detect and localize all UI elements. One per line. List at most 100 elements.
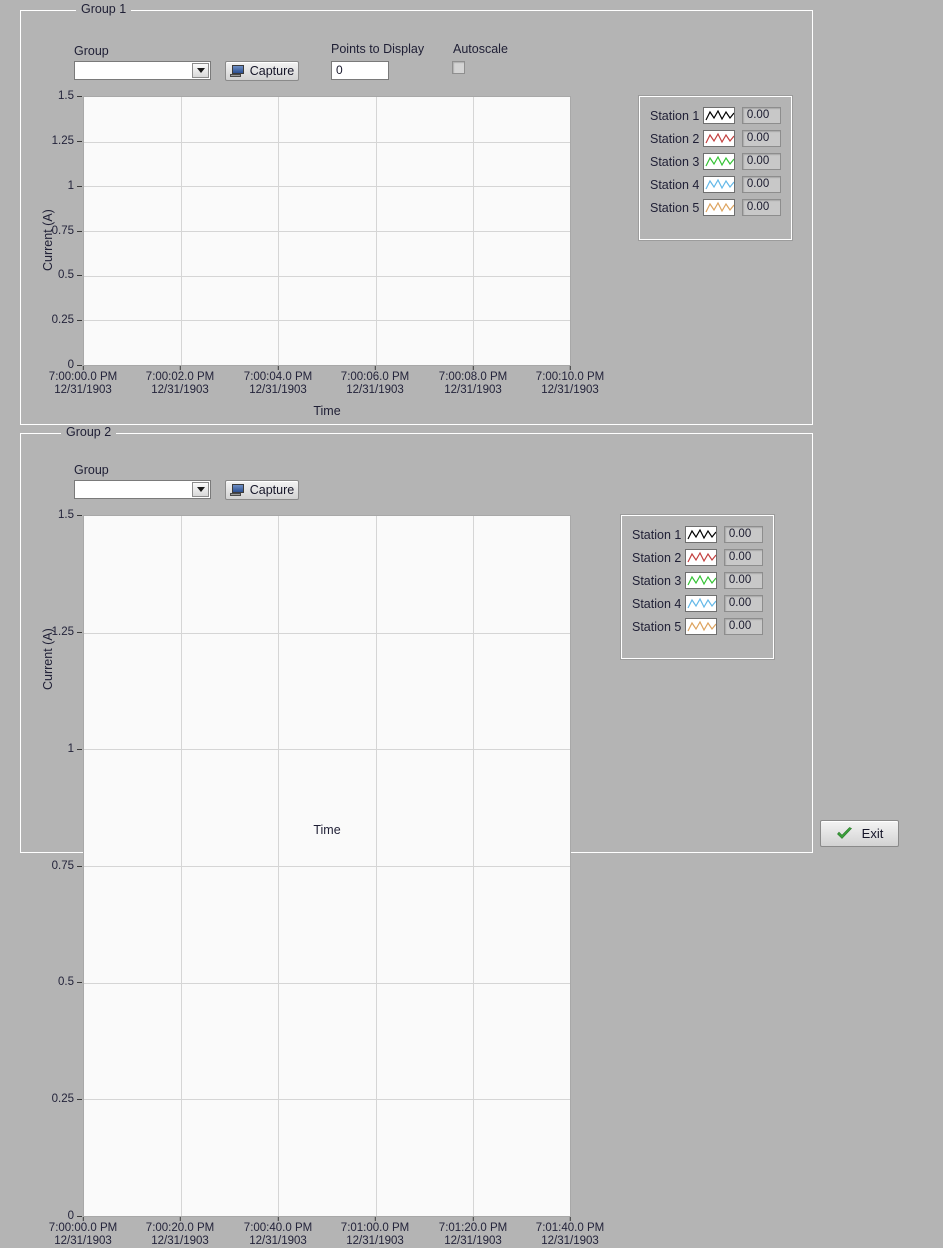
gridline-horizontal — [84, 1099, 570, 1100]
legend-row: Station 3 0.00 — [632, 569, 763, 592]
points-to-display-input[interactable]: 0 — [331, 61, 389, 80]
legend-row: Station 3 0.00 — [650, 150, 781, 173]
legend-plot-style-swatch[interactable] — [685, 595, 717, 612]
legend-value-display: 0.00 — [723, 618, 763, 635]
legend-plot-style-swatch[interactable] — [703, 130, 735, 147]
gridline-horizontal — [84, 749, 570, 750]
autoscale-label: Autoscale — [453, 42, 508, 56]
group-1-x-axis-title: Time — [313, 404, 341, 418]
legend-plot-style-swatch[interactable] — [703, 153, 735, 170]
gridline-vertical — [376, 97, 377, 365]
x-axis-tick-label: 7:00:02.0 PM 12/31/1903 — [146, 366, 214, 397]
group-2-group-value — [75, 481, 192, 498]
x-axis-tick-label: 7:00:10.0 PM 12/31/1903 — [536, 366, 604, 397]
group-2-capture-label: Capture — [249, 483, 295, 497]
legend-station-label: Station 4 — [650, 177, 700, 192]
x-axis-tick-label: 7:01:40.0 PM 12/31/1903 — [536, 1217, 604, 1248]
legend-row: Station 2 0.00 — [632, 546, 763, 569]
x-axis-tick-label: 7:00:08.0 PM 12/31/1903 — [439, 366, 507, 397]
gridline-horizontal — [84, 633, 570, 634]
gridline-vertical — [278, 97, 279, 365]
gridline-vertical — [278, 516, 279, 1216]
group-2-capture-button[interactable]: Capture — [225, 480, 299, 500]
gridline-horizontal — [84, 276, 570, 277]
legend-station-label: Station 5 — [650, 200, 700, 215]
group-2-group-label: Group — [74, 463, 109, 477]
autoscale-checkbox[interactable] — [452, 61, 465, 74]
points-to-display-label: Points to Display — [331, 42, 425, 56]
legend-value-display: 0.00 — [741, 153, 781, 170]
legend-value-display: 0.00 — [741, 107, 781, 124]
group-1-group-value — [75, 62, 192, 79]
legend-station-label: Station 3 — [650, 154, 700, 169]
x-axis-tick-label: 7:01:20.0 PM 12/31/1903 — [439, 1217, 507, 1248]
group-2-panel: Group 2 Group Capture 1.5 1.25 1 0.75 0.5 0.2… — [20, 425, 813, 1247]
gridline-horizontal — [84, 142, 570, 143]
group-2-legend: Station 1 0.00 Station 2 0.00 Station 3 0.00 S… — [621, 515, 774, 659]
gridline-horizontal — [84, 186, 570, 187]
gridline-horizontal — [84, 983, 570, 984]
group-2-y-axis-title: Current (A) — [41, 628, 55, 690]
legend-row: Station 2 0.00 — [650, 127, 781, 150]
y-axis-tick-label: 0.5 — [21, 976, 82, 988]
legend-plot-style-swatch[interactable] — [685, 618, 717, 635]
gridline-vertical — [473, 97, 474, 365]
x-axis-tick-label: 7:00:06.0 PM 12/31/1903 — [341, 366, 409, 397]
chevron-down-icon[interactable] — [192, 482, 209, 497]
x-axis-tick-label: 7:00:00.0 PM 12/31/1903 — [49, 366, 117, 397]
legend-value-display: 0.00 — [723, 572, 763, 589]
y-axis-tick-label: 1.5 — [21, 509, 82, 521]
legend-row: Station 1 0.00 — [632, 523, 763, 546]
legend-plot-style-swatch[interactable] — [703, 176, 735, 193]
legend-row: Station 5 0.00 — [650, 196, 781, 219]
legend-row: Station 1 0.00 — [650, 104, 781, 127]
chevron-down-icon[interactable] — [192, 63, 209, 78]
exit-button-label: Exit — [861, 826, 884, 841]
group-2-group-dropdown[interactable] — [74, 480, 211, 499]
legend-plot-style-swatch[interactable] — [685, 549, 717, 566]
legend-plot-style-swatch[interactable] — [685, 526, 717, 543]
legend-station-label: Station 1 — [650, 108, 700, 123]
legend-value-display: 0.00 — [741, 130, 781, 147]
capture-icon — [229, 484, 245, 496]
group-1-y-axis-title: Current (A) — [41, 209, 55, 271]
legend-value-display: 0.00 — [723, 595, 763, 612]
group-1-plot-area[interactable] — [83, 96, 571, 366]
group-1-group-dropdown[interactable] — [74, 61, 211, 80]
legend-station-label: Station 5 — [632, 619, 682, 634]
group-1-panel: Group 1 Group Capture Points to Display … — [20, 2, 813, 425]
capture-icon — [229, 65, 245, 77]
checkmark-icon — [836, 826, 852, 839]
gridline-horizontal — [84, 231, 570, 232]
x-axis-tick-label: 7:00:40.0 PM 12/31/1903 — [244, 1217, 312, 1248]
legend-plot-style-swatch[interactable] — [703, 199, 735, 216]
y-axis-tick-label: 0.25 — [21, 314, 82, 326]
gridline-horizontal — [84, 320, 570, 321]
legend-row: Station 5 0.00 — [632, 615, 763, 638]
group-1-group-label: Group — [74, 44, 109, 58]
y-axis-tick-label: 1 — [21, 180, 82, 192]
gridline-vertical — [181, 97, 182, 365]
y-axis-tick-label: 1 — [21, 743, 82, 755]
legend-plot-style-swatch[interactable] — [685, 572, 717, 589]
x-axis-tick-label: 7:01:00.0 PM 12/31/1903 — [341, 1217, 409, 1248]
group-2-x-axis-title: Time — [313, 823, 341, 837]
x-axis-tick-label: 7:00:00.0 PM 12/31/1903 — [49, 1217, 117, 1248]
y-axis-tick-label: 0.75 — [21, 860, 82, 872]
group-1-capture-label: Capture — [249, 64, 295, 78]
group-1-frame-label: Group 1 — [76, 2, 132, 16]
legend-value-display: 0.00 — [741, 199, 781, 216]
group-1-capture-button[interactable]: Capture — [225, 61, 299, 81]
gridline-vertical — [181, 516, 182, 1216]
legend-station-label: Station 1 — [632, 527, 682, 542]
gridline-horizontal — [84, 866, 570, 867]
group-1-legend: Station 1 0.00 Station 2 0.00 Station 3 0.00 S… — [639, 96, 792, 240]
group-2-plot-area[interactable] — [83, 515, 571, 1217]
legend-plot-style-swatch[interactable] — [703, 107, 735, 124]
legend-row: Station 4 0.00 — [650, 173, 781, 196]
exit-button[interactable]: Exit — [820, 820, 899, 847]
legend-value-display: 0.00 — [741, 176, 781, 193]
gridline-vertical — [376, 516, 377, 1216]
legend-station-label: Station 2 — [632, 550, 682, 565]
legend-station-label: Station 4 — [632, 596, 682, 611]
